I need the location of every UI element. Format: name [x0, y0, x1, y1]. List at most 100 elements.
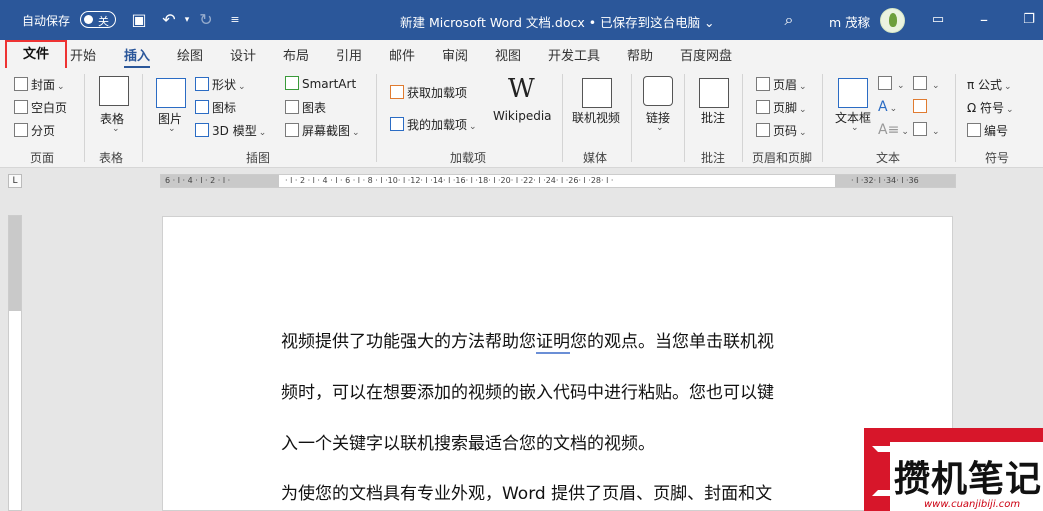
autosave-toggle[interactable]: 关: [80, 11, 116, 28]
cover-page-icon: [14, 77, 28, 91]
group-label-symbols: 符号: [985, 151, 1010, 165]
date-time-icon[interactable]: [913, 99, 930, 114]
save-icon[interactable]: ▣: [128, 9, 150, 31]
number-button[interactable]: 编号: [967, 122, 1008, 139]
watermark-logo: 攒机笔记 www.cuanjibiji.com: [864, 428, 1043, 511]
icons-label: 图标: [212, 101, 237, 115]
wikipedia-icon[interactable]: W: [508, 74, 535, 104]
object-icon[interactable]: ⌄: [913, 122, 940, 137]
ribbon-display-options-icon[interactable]: ▭: [927, 9, 949, 31]
customize-quick-access-icon[interactable]: ≡: [224, 9, 246, 31]
ruler-row: L 6 · l · 4 · l · 2 · l · · l · 2 · l · …: [0, 169, 1043, 193]
new-comment-icon[interactable]: [699, 78, 729, 108]
tab-references[interactable]: 引用: [336, 45, 362, 64]
number-icon: [967, 123, 981, 137]
vertical-ruler[interactable]: [8, 215, 22, 511]
redo-icon[interactable]: ↻: [195, 9, 217, 31]
my-addins-label: 我的加载项: [407, 118, 468, 132]
online-video-button[interactable]: 联机视频: [572, 109, 620, 126]
symbol-button[interactable]: Ω 符号 ⌄: [967, 99, 1014, 116]
document-title[interactable]: 新建 Microsoft Word 文档.docx • 已保存到这台电脑 ⌄: [400, 12, 715, 31]
document-page[interactable]: 视频提供了功能强大的方法帮助您证明您的观点。当您单击联机视 频时，可以在想要添加…: [162, 216, 953, 511]
top-margin-area: [9, 216, 21, 311]
3d-model-icon: [195, 123, 209, 137]
my-addins-icon: [390, 117, 404, 131]
online-video-icon[interactable]: [582, 78, 612, 108]
autosave-label: 自动保存: [22, 14, 71, 28]
drop-cap-icon[interactable]: A≡ ⌄: [878, 122, 909, 138]
my-addins-button[interactable]: 我的加载项 ⌄: [390, 116, 477, 133]
chart-button[interactable]: 图表: [285, 99, 326, 116]
page-number-icon: [756, 123, 770, 137]
signature-line-icon[interactable]: ⌄: [913, 76, 940, 91]
wordart-icon[interactable]: A ⌄: [878, 99, 897, 115]
table-dropdown-icon[interactable]: ⌄: [112, 124, 120, 134]
header-button[interactable]: 页眉 ⌄: [756, 76, 807, 93]
group-label-tables: 表格: [99, 151, 124, 165]
quick-parts-icon[interactable]: ⌄: [878, 76, 905, 91]
group-label-addins: 加载项: [450, 151, 487, 165]
user-name[interactable]: m 茂稼: [829, 12, 870, 31]
group-label-header-footer: 页眉和页脚: [752, 151, 813, 165]
blank-page-icon: [14, 100, 28, 114]
page-break-label: 分页: [31, 124, 56, 138]
divider: [562, 74, 563, 162]
equation-button[interactable]: π 公式 ⌄: [967, 76, 1012, 93]
divider: [822, 74, 823, 162]
shapes-icon: [195, 77, 209, 91]
ribbon: 封面 ⌄ 空白页 分页 页面 表格 ⌄ 表格 图片 ⌄ 形状 ⌄ 图标 3D 模型 ⌄…: [0, 68, 1043, 168]
link-dropdown-icon[interactable]: ⌄: [656, 123, 664, 133]
search-icon[interactable]: ⌕: [778, 9, 800, 31]
text-box-icon[interactable]: [838, 78, 868, 108]
minimize-icon[interactable]: –: [973, 9, 995, 31]
get-addins-button[interactable]: 获取加载项: [390, 84, 467, 101]
group-label-text: 文本: [876, 151, 901, 165]
autosave-state: 关: [98, 15, 109, 28]
tab-draw[interactable]: 绘图: [177, 45, 203, 64]
blank-page-button[interactable]: 空白页: [14, 99, 67, 116]
picture-icon[interactable]: [156, 78, 186, 108]
restore-icon[interactable]: ❐: [1018, 9, 1040, 31]
page-number-button[interactable]: 页码 ⌄: [756, 122, 807, 139]
icons-button[interactable]: 图标: [195, 99, 236, 116]
screenshot-button[interactable]: 屏幕截图 ⌄: [285, 122, 360, 139]
link-icon[interactable]: [643, 76, 673, 106]
spelling-marked-word[interactable]: 证明: [536, 332, 570, 354]
watermark-brand: 攒机笔记: [894, 459, 1043, 500]
tab-mailings[interactable]: 邮件: [389, 45, 415, 64]
comment-button[interactable]: 批注: [701, 109, 725, 126]
number-label: 编号: [984, 124, 1009, 138]
divider: [376, 74, 377, 162]
tab-design[interactable]: 设计: [230, 45, 256, 64]
wikipedia-button[interactable]: Wikipedia: [493, 109, 552, 123]
avatar[interactable]: [880, 8, 905, 33]
tab-home[interactable]: 开始: [70, 45, 96, 64]
store-icon: [390, 85, 404, 99]
tab-view[interactable]: 视图: [495, 45, 521, 64]
horizontal-ruler[interactable]: 6 · l · 4 · l · 2 · l · · l · 2 · l · 4 …: [160, 174, 956, 188]
tab-layout[interactable]: 布局: [283, 45, 309, 64]
tab-insert[interactable]: 插入: [124, 45, 151, 68]
group-label-comments: 批注: [701, 151, 726, 165]
shapes-button[interactable]: 形状 ⌄: [195, 76, 246, 93]
tab-baidu-netdisk[interactable]: 百度网盘: [680, 45, 732, 64]
tab-file[interactable]: 文件: [5, 40, 67, 70]
tab-review[interactable]: 审阅: [442, 45, 468, 64]
text-run: 视频提供了功能强大的方法帮助您: [281, 332, 536, 352]
tab-selector-icon[interactable]: L: [8, 174, 22, 188]
table-icon[interactable]: [99, 76, 129, 106]
text-run: 您的观点。当您单击联机视: [570, 332, 774, 352]
3d-model-button[interactable]: 3D 模型 ⌄: [195, 122, 266, 139]
equation-label: π 公式: [967, 78, 1003, 92]
page-break-button[interactable]: 分页: [14, 122, 55, 139]
picture-dropdown-icon[interactable]: ⌄: [168, 124, 176, 134]
divider: [142, 74, 143, 162]
footer-button[interactable]: 页脚 ⌄: [756, 99, 807, 116]
symbol-label: Ω 符号: [967, 101, 1004, 115]
tab-help[interactable]: 帮助: [627, 45, 653, 64]
smartart-button[interactable]: SmartArt: [285, 76, 356, 91]
text-box-dropdown-icon[interactable]: ⌄: [851, 123, 859, 133]
cover-page-button[interactable]: 封面 ⌄: [14, 76, 65, 93]
tab-developer[interactable]: 开发工具: [548, 45, 600, 64]
watermark-url: www.cuanjibiji.com: [924, 499, 1021, 510]
